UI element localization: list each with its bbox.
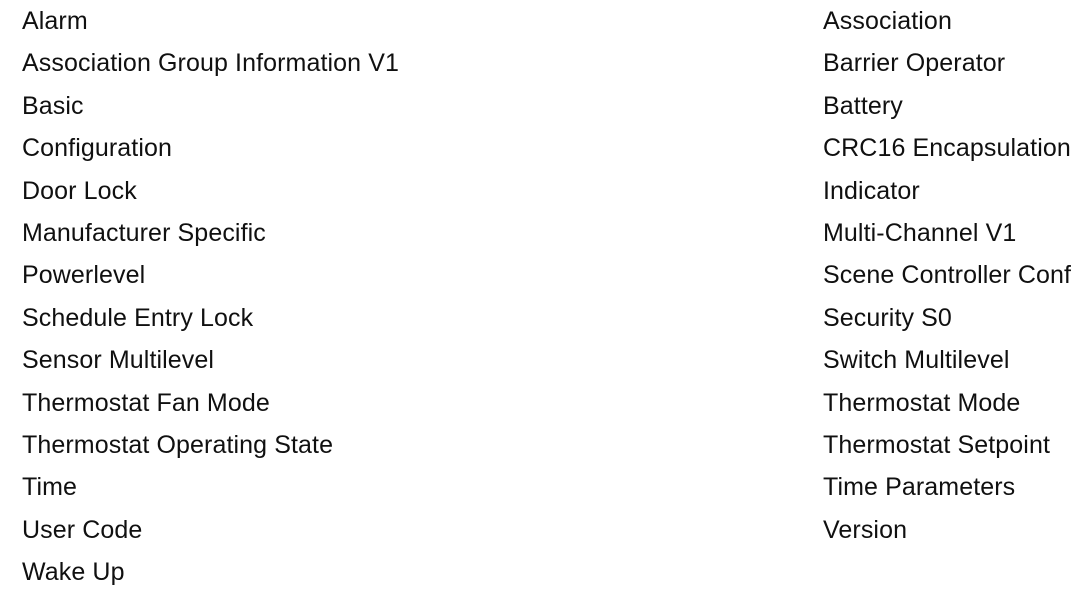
command-class-item[interactable]: Association Group Information V1: [22, 42, 399, 84]
command-class-item[interactable]: Thermostat Setpoint: [823, 424, 1050, 466]
command-class-item[interactable]: CRC16 Encapsulation: [823, 127, 1071, 169]
command-class-list-page: Alarm Association Group Information V1 B…: [0, 0, 1088, 607]
command-class-item[interactable]: Thermostat Mode: [823, 382, 1020, 424]
command-class-columns: Alarm Association Group Information V1 B…: [0, 0, 1088, 607]
command-class-item[interactable]: Time: [22, 466, 77, 508]
command-class-item[interactable]: Thermostat Fan Mode: [22, 382, 270, 424]
command-class-item[interactable]: User Code: [22, 509, 142, 551]
command-class-column-left: Alarm Association Group Information V1 B…: [0, 0, 800, 593]
command-class-item[interactable]: Indicator: [823, 170, 920, 212]
command-class-item[interactable]: Wake Up: [22, 551, 125, 593]
command-class-item[interactable]: Sensor Multilevel: [22, 339, 214, 381]
command-class-item[interactable]: Version: [823, 509, 907, 551]
command-class-item[interactable]: Security S0: [823, 297, 952, 339]
command-class-item[interactable]: Association: [823, 0, 952, 42]
command-class-item[interactable]: Time Parameters: [823, 466, 1015, 508]
command-class-column-right: Association Barrier Operator Battery CRC…: [800, 0, 1088, 551]
command-class-item[interactable]: Scene Controller Conf: [823, 254, 1071, 296]
command-class-item[interactable]: Switch Multilevel: [823, 339, 1009, 381]
command-class-item[interactable]: Basic: [22, 85, 84, 127]
command-class-item[interactable]: Powerlevel: [22, 254, 145, 296]
command-class-item[interactable]: Manufacturer Specific: [22, 212, 266, 254]
command-class-item[interactable]: Barrier Operator: [823, 42, 1005, 84]
command-class-item[interactable]: Alarm: [22, 0, 88, 42]
command-class-item[interactable]: Door Lock: [22, 170, 137, 212]
command-class-item[interactable]: Thermostat Operating State: [22, 424, 333, 466]
command-class-item[interactable]: Configuration: [22, 127, 172, 169]
command-class-item[interactable]: Schedule Entry Lock: [22, 297, 253, 339]
command-class-item[interactable]: Multi-Channel V1: [823, 212, 1016, 254]
command-class-item[interactable]: Battery: [823, 85, 903, 127]
